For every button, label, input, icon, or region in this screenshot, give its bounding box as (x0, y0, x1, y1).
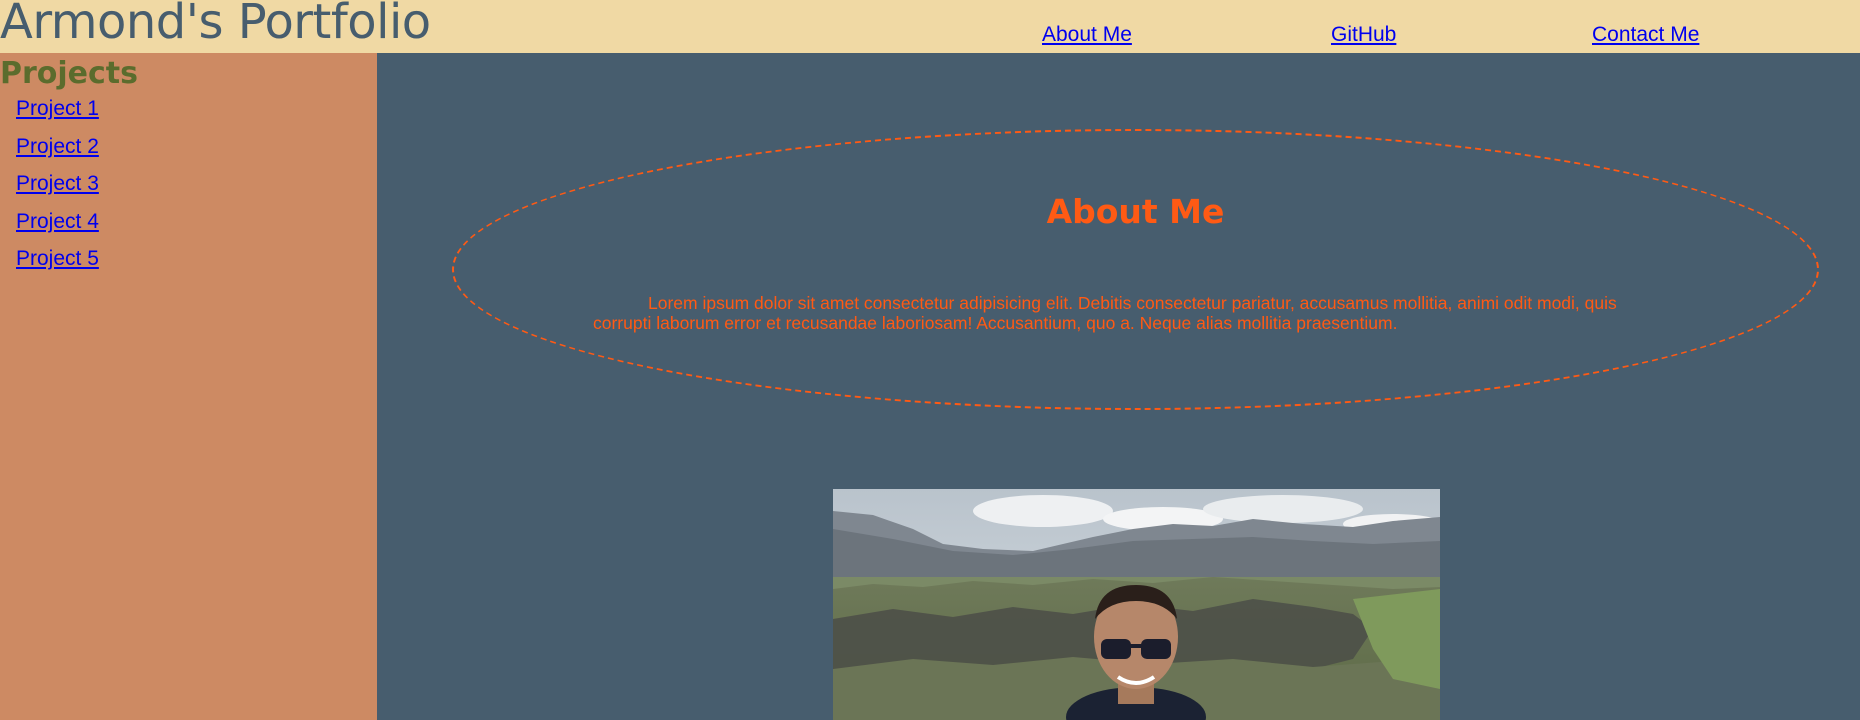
list-item: Project 3 (16, 171, 99, 209)
about-me-heading: About Me (1046, 192, 1225, 231)
site-header: Armond's Portfolio About Me GitHub Conta… (0, 0, 1860, 53)
site-title: Armond's Portfolio (0, 0, 431, 50)
list-item: Project 4 (16, 209, 99, 247)
sidebar-item-project-4[interactable]: Project 4 (16, 210, 99, 233)
project-list: Project 1 Project 2 Project 3 Project 4 … (16, 96, 99, 284)
sidebar-item-project-5[interactable]: Project 5 (16, 247, 99, 270)
list-item: Project 2 (16, 134, 99, 172)
sidebar-item-project-1[interactable]: Project 1 (16, 97, 99, 120)
sidebar: Projects Project 1 Project 2 Project 3 P… (0, 53, 377, 720)
sidebar-item-project-3[interactable]: Project 3 (16, 172, 99, 195)
list-item: Project 1 (16, 96, 99, 134)
about-me-text: Lorem ipsum dolor sit amet consectetur a… (593, 293, 1617, 333)
sidebar-item-project-2[interactable]: Project 2 (16, 135, 99, 158)
nav-link-about-me[interactable]: About Me (1042, 22, 1132, 48)
profile-photo-image (833, 489, 1440, 720)
profile-photo (833, 489, 1440, 720)
list-item: Project 5 (16, 246, 99, 284)
about-me-section (452, 129, 1819, 410)
nav-link-github[interactable]: GitHub (1331, 22, 1396, 48)
nav-link-contact-me[interactable]: Contact Me (1592, 22, 1699, 48)
sidebar-heading: Projects (0, 56, 139, 91)
